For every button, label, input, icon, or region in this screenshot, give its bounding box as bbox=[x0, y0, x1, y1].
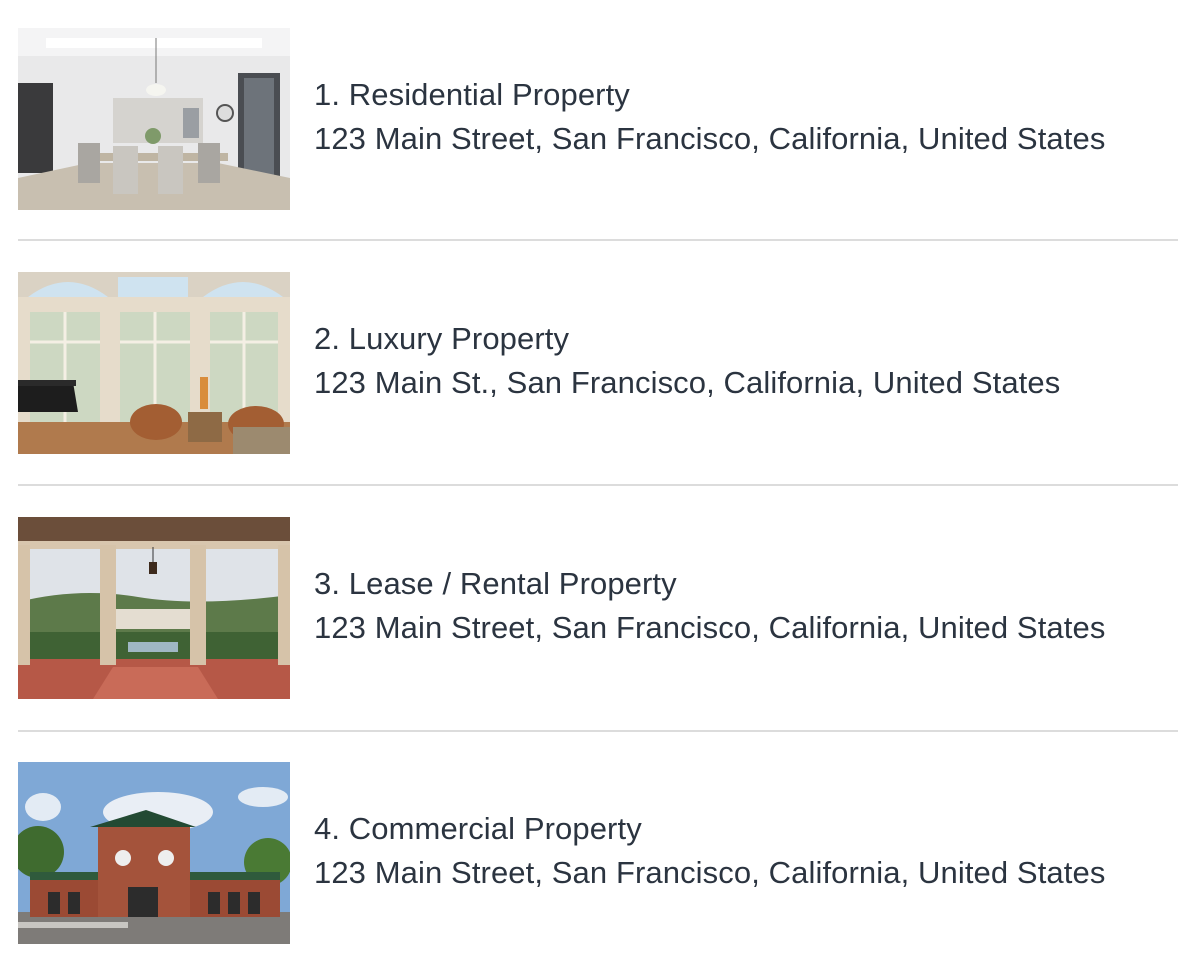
living-room-photo[interactable] bbox=[18, 272, 290, 454]
listing-text: 4. Commercial Property 123 Main Street, … bbox=[314, 809, 1105, 893]
listing-title[interactable]: 2. Luxury Property bbox=[314, 319, 1060, 359]
listing-title[interactable]: 1. Residential Property bbox=[314, 75, 1105, 115]
courtyard-photo[interactable] bbox=[18, 517, 290, 699]
listing-text: 3. Lease / Rental Property 123 Main Stre… bbox=[314, 564, 1105, 648]
list-item[interactable]: 2. Luxury Property 123 Main St., San Fra… bbox=[18, 272, 1178, 454]
listing-title[interactable]: 3. Lease / Rental Property bbox=[314, 564, 1105, 604]
list-item[interactable]: 4. Commercial Property 123 Main Street, … bbox=[18, 762, 1178, 944]
listing-address: 123 Main Street, San Francisco, Californ… bbox=[314, 610, 1106, 645]
listing-text: 2. Luxury Property 123 Main St., San Fra… bbox=[314, 319, 1060, 403]
listing-address: 123 Main Street, San Francisco, Californ… bbox=[314, 121, 1106, 156]
commercial-building-photo[interactable] bbox=[18, 762, 290, 944]
listing-title[interactable]: 4. Commercial Property bbox=[314, 809, 1105, 849]
listing-address: 123 Main St., San Francisco, California,… bbox=[314, 365, 1061, 400]
list-item[interactable]: 3. Lease / Rental Property 123 Main Stre… bbox=[18, 517, 1178, 699]
divider bbox=[18, 239, 1178, 241]
divider bbox=[18, 730, 1178, 732]
dining-room-photo[interactable] bbox=[18, 28, 290, 210]
list-item[interactable]: 1. Residential Property 123 Main Street,… bbox=[18, 28, 1178, 210]
divider bbox=[18, 484, 1178, 486]
listing-text: 1. Residential Property 123 Main Street,… bbox=[314, 75, 1105, 159]
listing-address: 123 Main Street, San Francisco, Californ… bbox=[314, 855, 1106, 890]
